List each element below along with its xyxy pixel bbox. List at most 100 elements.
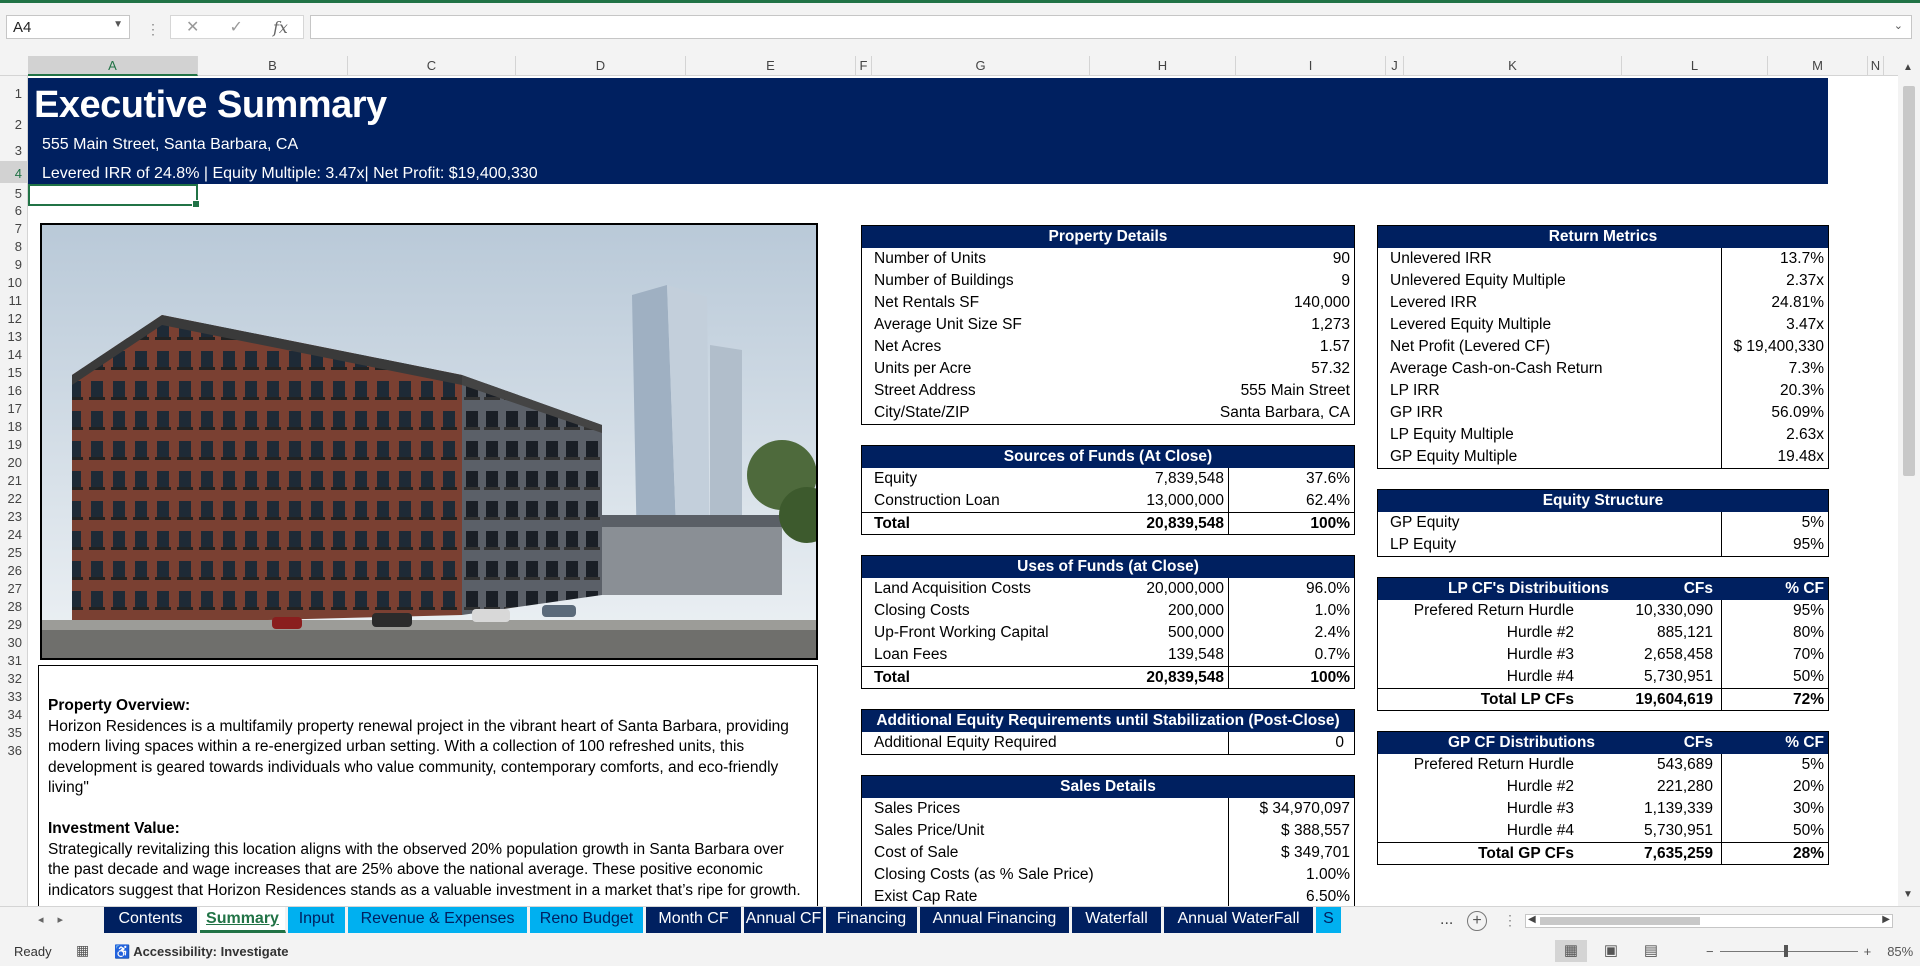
row-header-18[interactable]: 18	[0, 416, 27, 434]
scroll-right-icon[interactable]: ▶	[1882, 914, 1890, 925]
column-header-c[interactable]: C	[348, 56, 516, 76]
row-header-24[interactable]: 24	[0, 524, 27, 542]
tab-annual-waterfall[interactable]: Annual WaterFall	[1164, 907, 1314, 933]
row-header-34[interactable]: 34	[0, 704, 27, 722]
tab-contents[interactable]: Contents	[104, 907, 198, 933]
column-header-m[interactable]: M	[1768, 56, 1868, 76]
zoom-slider[interactable]	[1719, 945, 1858, 957]
row-header-26[interactable]: 26	[0, 560, 27, 578]
row-pct: 50%	[1792, 668, 1824, 685]
row-pct: 5%	[1801, 756, 1824, 773]
vertical-scrollbar[interactable]: ▲ ▼	[1898, 56, 1920, 906]
row-header-17[interactable]: 17	[0, 398, 27, 416]
column-header-f[interactable]: F	[856, 56, 872, 76]
column-header-k[interactable]: K	[1404, 56, 1622, 76]
tab-scroll-arrows-icon[interactable]: ◂▸	[38, 913, 77, 926]
zoom-out-icon[interactable]: −	[1706, 944, 1714, 959]
row-header-33[interactable]: 33	[0, 686, 27, 704]
add-sheet-icon[interactable]: +	[1467, 911, 1487, 931]
horizontal-scrollbar[interactable]: ◀ ▶	[1525, 914, 1893, 928]
column-header-i[interactable]: I	[1236, 56, 1386, 76]
scroll-left-icon[interactable]: ◀	[1528, 914, 1536, 925]
formula-input[interactable]: ⌄	[310, 15, 1912, 39]
scroll-thumb[interactable]	[1903, 86, 1915, 476]
tab-annual-cf[interactable]: Annual CF	[744, 907, 824, 933]
enter-icon[interactable]: ✓	[230, 17, 243, 37]
row-header-4[interactable]: 4	[0, 161, 27, 183]
tab-input[interactable]: Input	[288, 907, 346, 933]
row-header-32[interactable]: 32	[0, 668, 27, 686]
scroll-up-icon[interactable]: ▲	[1903, 62, 1913, 73]
row-header-36[interactable]: 36	[0, 740, 27, 758]
insert-function-icon[interactable]: fx	[273, 18, 288, 37]
worksheet-grid[interactable]: Executive Summary 555 Main Street, Santa…	[28, 76, 1896, 906]
accessibility-icon: ♿	[114, 944, 131, 959]
column-header-d[interactable]: D	[516, 56, 686, 76]
column-header-n[interactable]: N	[1868, 56, 1884, 76]
tab-annual-financing[interactable]: Annual Financing	[920, 907, 1070, 933]
column-header-h[interactable]: H	[1090, 56, 1236, 76]
row-header-10[interactable]: 10	[0, 272, 27, 290]
row-header-22[interactable]: 22	[0, 488, 27, 506]
row-header-16[interactable]: 16	[0, 380, 27, 398]
normal-view-icon[interactable]: ▦	[1555, 940, 1587, 962]
row-header-19[interactable]: 19	[0, 434, 27, 452]
row-header-6[interactable]: 6	[0, 200, 27, 218]
row-header-25[interactable]: 25	[0, 542, 27, 560]
column-header-j[interactable]: J	[1386, 56, 1404, 76]
row-header-21[interactable]: 21	[0, 470, 27, 488]
row-header-20[interactable]: 20	[0, 452, 27, 470]
row-header-11[interactable]: 11	[0, 290, 27, 308]
column-header-l[interactable]: L	[1622, 56, 1768, 76]
row-header-31[interactable]: 31	[0, 650, 27, 668]
tab-s[interactable]: S	[1316, 907, 1342, 933]
row-header-8[interactable]: 8	[0, 236, 27, 254]
more-options-icon[interactable]: ⋮	[146, 21, 160, 38]
property-address: 555 Main Street, Santa Barbara, CA	[42, 136, 299, 153]
row-header-30[interactable]: 30	[0, 632, 27, 650]
row-header-12[interactable]: 12	[0, 308, 27, 326]
column-header-e[interactable]: E	[686, 56, 856, 76]
table-row: Equity 7,839,548 37.6%	[862, 468, 1354, 490]
row-header-13[interactable]: 13	[0, 326, 27, 344]
horizontal-scroll-thumb[interactable]	[1540, 917, 1700, 925]
chevron-down-icon[interactable]: ▼	[113, 19, 123, 30]
row-header-2[interactable]: 2	[0, 108, 27, 137]
row-header-14[interactable]: 14	[0, 344, 27, 362]
row-header-29[interactable]: 29	[0, 614, 27, 632]
cancel-icon[interactable]: ✕	[186, 17, 199, 37]
row-header-27[interactable]: 27	[0, 578, 27, 596]
tab-splitter-icon[interactable]: ⋮	[1503, 912, 1517, 929]
column-header-a[interactable]: A	[28, 56, 198, 76]
tab-waterfall[interactable]: Waterfall	[1072, 907, 1162, 933]
row-header-5[interactable]: 5	[0, 183, 27, 201]
tab-revenue-expenses[interactable]: Revenue & Expenses	[348, 907, 528, 933]
table-row: Total 20,839,548 100%	[862, 512, 1354, 534]
page-break-view-icon[interactable]: ▤	[1635, 940, 1667, 962]
tab-financing[interactable]: Financing	[826, 907, 918, 933]
column-header-g[interactable]: G	[872, 56, 1090, 76]
macro-record-icon[interactable]: ▦	[76, 942, 89, 959]
page-layout-view-icon[interactable]: ▣	[1595, 940, 1627, 962]
row-header-15[interactable]: 15	[0, 362, 27, 380]
row-header-7[interactable]: 7	[0, 218, 27, 236]
scroll-down-icon[interactable]: ▼	[1903, 889, 1913, 900]
tab-summary[interactable]: Summary	[200, 907, 286, 933]
zoom-level[interactable]: 85%	[1887, 944, 1913, 959]
tab-reno-budget[interactable]: Reno Budget	[530, 907, 644, 933]
accessibility-status[interactable]: ♿ Accessibility: Investigate	[114, 944, 289, 960]
column-header-b[interactable]: B	[198, 56, 348, 76]
expand-formula-icon[interactable]: ⌄	[1894, 19, 1903, 32]
row-value: 9	[1341, 272, 1350, 289]
name-box[interactable]: A4 ▼	[6, 15, 130, 39]
row-header-9[interactable]: 9	[0, 254, 27, 272]
row-header-28[interactable]: 28	[0, 596, 27, 614]
selected-cell[interactable]	[28, 184, 200, 208]
row-header-3[interactable]: 3	[0, 137, 27, 161]
row-header-1[interactable]: 1	[0, 76, 27, 108]
row-header-35[interactable]: 35	[0, 722, 27, 740]
row-header-23[interactable]: 23	[0, 506, 27, 524]
zoom-in-icon[interactable]: +	[1864, 944, 1872, 959]
more-tabs-indicator[interactable]: ...	[1440, 911, 1453, 929]
tab-month-cf[interactable]: Month CF	[646, 907, 742, 933]
